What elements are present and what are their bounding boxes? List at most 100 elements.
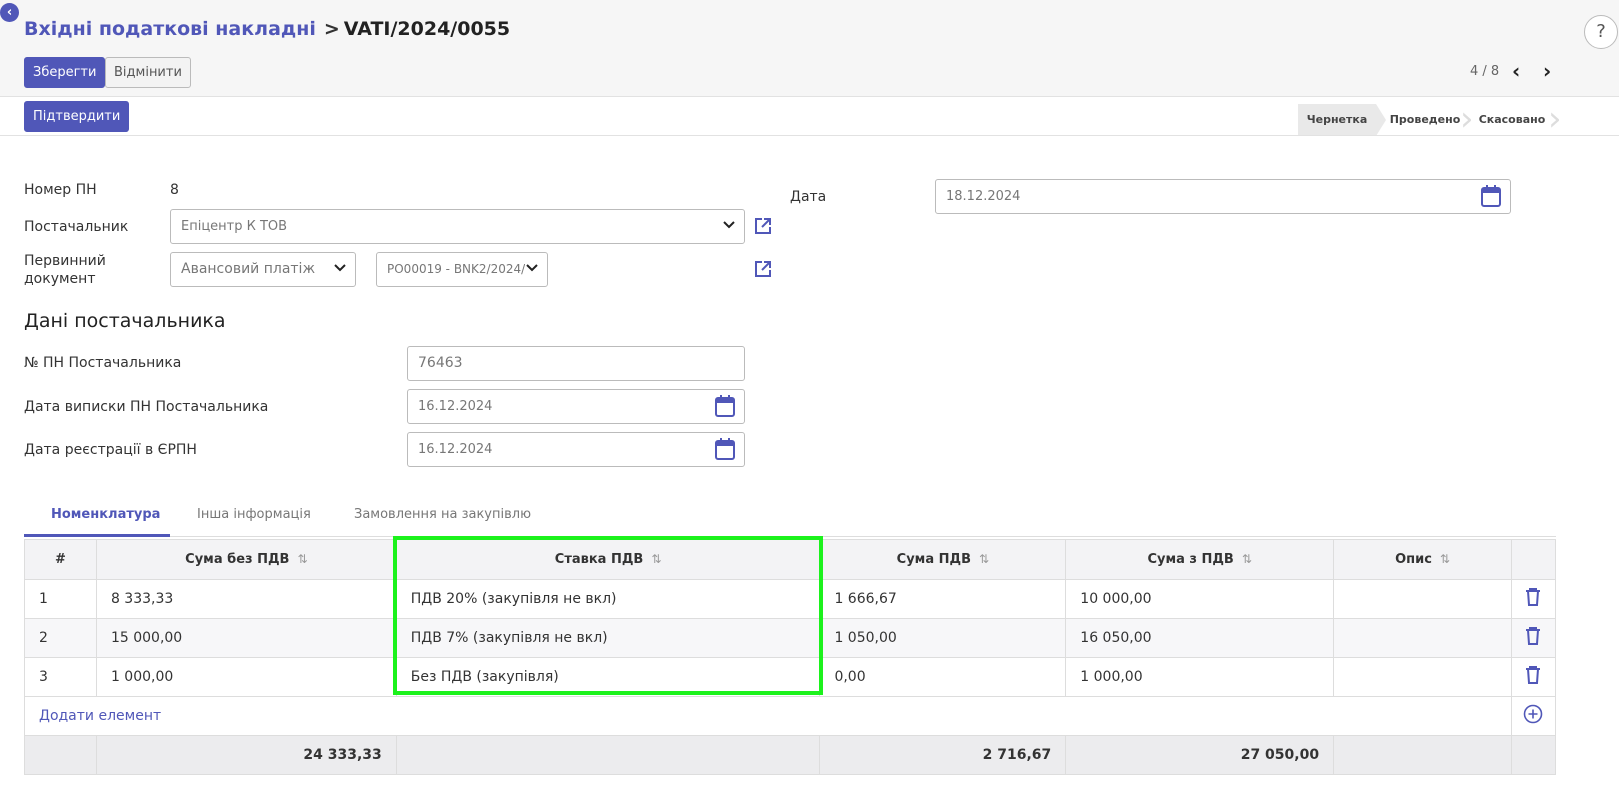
primary-doc-value: PO00019 - BNK2/2024/0 xyxy=(387,262,533,276)
supplier-number-field[interactable]: 76463 xyxy=(407,346,745,381)
total-empty-cell xyxy=(24,735,97,775)
primary-doc-type-value: Авансовий платіж xyxy=(181,261,316,277)
control-panel: ‹ Вхідні податкові накладні > VATI/2024/00… xyxy=(0,0,1619,96)
save-button[interactable]: Зберегти xyxy=(24,57,106,88)
total-empty-cell xyxy=(395,735,821,775)
cell-amount[interactable]: 15 000,00 xyxy=(95,618,397,658)
trash-icon[interactable] xyxy=(1525,626,1541,646)
primary-doc-select[interactable]: PO00019 - BNK2/2024/0 xyxy=(376,252,548,287)
trash-icon[interactable] xyxy=(1525,587,1541,607)
issue-date-label: Дата виписки ПН Постачальника xyxy=(24,399,269,415)
cell-total[interactable]: 1 000,00 xyxy=(1065,657,1335,697)
cell-total[interactable]: 16 050,00 xyxy=(1065,618,1335,658)
total-vat: 2 716,67 xyxy=(819,735,1067,775)
cell-description[interactable] xyxy=(1333,618,1512,658)
back-arrow-icon[interactable]: ‹ xyxy=(0,3,19,22)
issue-date-value: 16.12.2024 xyxy=(418,399,493,414)
confirm-button[interactable]: Підтвердити xyxy=(24,101,130,132)
delete-cell xyxy=(1510,618,1557,658)
breadcrumb-parent-link[interactable]: Вхідні податкові накладні xyxy=(24,18,316,40)
date-label: Дата xyxy=(790,189,827,205)
date-value: 18.12.2024 xyxy=(946,189,1021,204)
sort-icon[interactable]: ⇅ xyxy=(1440,552,1450,566)
delete-cell xyxy=(1510,657,1557,697)
plus-circle-icon[interactable] xyxy=(1523,704,1543,724)
total-empty-cell xyxy=(1510,735,1557,775)
calendar-icon[interactable] xyxy=(714,437,736,462)
total-empty-cell xyxy=(1333,735,1512,775)
reg-date-value: 16.12.2024 xyxy=(418,442,493,457)
pager-value[interactable]: 4 / 8 xyxy=(1470,64,1499,79)
active-tab-indicator xyxy=(24,534,170,537)
cell-description[interactable] xyxy=(1333,657,1512,697)
column-header-label: Сума з ПДВ xyxy=(1147,552,1234,567)
total-amount: 24 333,33 xyxy=(95,735,397,775)
supplier-label: Постачальник xyxy=(24,219,129,235)
divider xyxy=(0,135,1619,136)
cell-total[interactable]: 10 000,00 xyxy=(1065,579,1335,619)
add-line-link[interactable]: Додати елемент xyxy=(24,696,1512,736)
add-line-row: Додати елемент xyxy=(24,696,1557,736)
sort-icon[interactable]: ⇅ xyxy=(1242,552,1252,566)
supplier-value: Епіцентр К ТОВ xyxy=(181,219,288,234)
tab-other-info[interactable]: Інша інформація xyxy=(197,507,311,522)
discard-button[interactable]: Відмінити xyxy=(105,57,191,88)
supplier-number-label: № ПН Постачальника xyxy=(24,355,182,371)
status-chevron xyxy=(1376,104,1386,136)
date-field[interactable]: 18.12.2024 xyxy=(935,179,1511,214)
status-posted[interactable]: Проведено xyxy=(1388,104,1462,135)
notebook-tabs: Номенклатура Інша інформація Замовлення … xyxy=(24,497,1556,537)
column-header-description[interactable]: Опис ⇅ xyxy=(1333,539,1512,580)
chevron-down-icon xyxy=(723,221,735,229)
cell-amount[interactable]: 8 333,33 xyxy=(95,579,397,619)
add-cell xyxy=(1510,696,1557,736)
sort-icon[interactable]: ⇅ xyxy=(979,552,989,566)
cell-description[interactable] xyxy=(1333,579,1512,619)
issue-date-field[interactable]: 16.12.2024 xyxy=(407,389,745,424)
primary-doc-label: Первинний документ xyxy=(24,253,106,287)
breadcrumb-current: VATI/2024/0055 xyxy=(343,18,511,40)
cell-amount[interactable]: 1 000,00 xyxy=(95,657,397,697)
status-cancelled[interactable]: Скасовано xyxy=(1474,104,1550,135)
calendar-icon[interactable] xyxy=(714,394,736,419)
column-header-amount[interactable]: Сума без ПДВ ⇅ xyxy=(95,539,397,580)
sort-icon[interactable]: ⇅ xyxy=(297,552,307,566)
status-chevron: › xyxy=(1460,99,1474,139)
breadcrumb-separator: > xyxy=(323,18,340,40)
reg-date-label: Дата реєстрації в ЄРПН xyxy=(24,442,197,458)
number-value: 8 xyxy=(170,182,179,198)
column-header-total[interactable]: Сума з ПДВ ⇅ xyxy=(1065,539,1335,580)
external-link-icon[interactable] xyxy=(753,259,773,279)
reg-date-field[interactable]: 16.12.2024 xyxy=(407,432,745,467)
calendar-icon[interactable] xyxy=(1480,184,1502,209)
chevron-down-icon xyxy=(334,264,346,272)
pager-next-button[interactable]: › xyxy=(1543,59,1551,83)
tab-nomenclature[interactable]: Номенклатура xyxy=(51,507,160,522)
column-header-vat-amount[interactable]: Сума ПДВ ⇅ xyxy=(819,539,1067,580)
cell-vat-amount[interactable]: 1 050,00 xyxy=(819,618,1067,658)
status-chevron: › xyxy=(1548,99,1562,139)
primary-doc-type-select[interactable]: Авансовий платіж xyxy=(170,252,356,287)
column-header-actions xyxy=(1510,539,1557,580)
number-label: Номер ПН xyxy=(24,182,97,198)
external-link-icon[interactable] xyxy=(753,216,773,236)
column-header-label: # xyxy=(55,552,66,567)
tab-purchase-orders[interactable]: Замовлення на закупівлю xyxy=(354,507,531,522)
column-header-label: Сума без ПДВ xyxy=(185,552,290,567)
pager-prev-button[interactable]: ‹ xyxy=(1512,59,1520,83)
column-header-number: # xyxy=(24,539,97,580)
trash-icon[interactable] xyxy=(1525,665,1541,685)
supplier-select[interactable]: Епіцентр К ТОВ xyxy=(170,209,745,244)
delete-cell xyxy=(1510,579,1557,619)
cell-vat-amount[interactable]: 1 666,67 xyxy=(819,579,1067,619)
totals-row: 24 333,33 2 716,67 27 050,00 xyxy=(24,735,1557,775)
vat-rate-highlight-box xyxy=(393,536,823,695)
total-with-vat: 27 050,00 xyxy=(1065,735,1335,775)
cell-number: 2 xyxy=(24,618,97,658)
help-button[interactable]: ? xyxy=(1584,15,1618,49)
cell-number: 3 xyxy=(24,657,97,697)
breadcrumb: Вхідні податкові накладні > VATI/2024/0055 xyxy=(24,18,510,40)
column-header-label: Опис xyxy=(1395,552,1432,567)
status-draft[interactable]: Чернетка xyxy=(1298,104,1376,135)
cell-vat-amount[interactable]: 0,00 xyxy=(819,657,1067,697)
